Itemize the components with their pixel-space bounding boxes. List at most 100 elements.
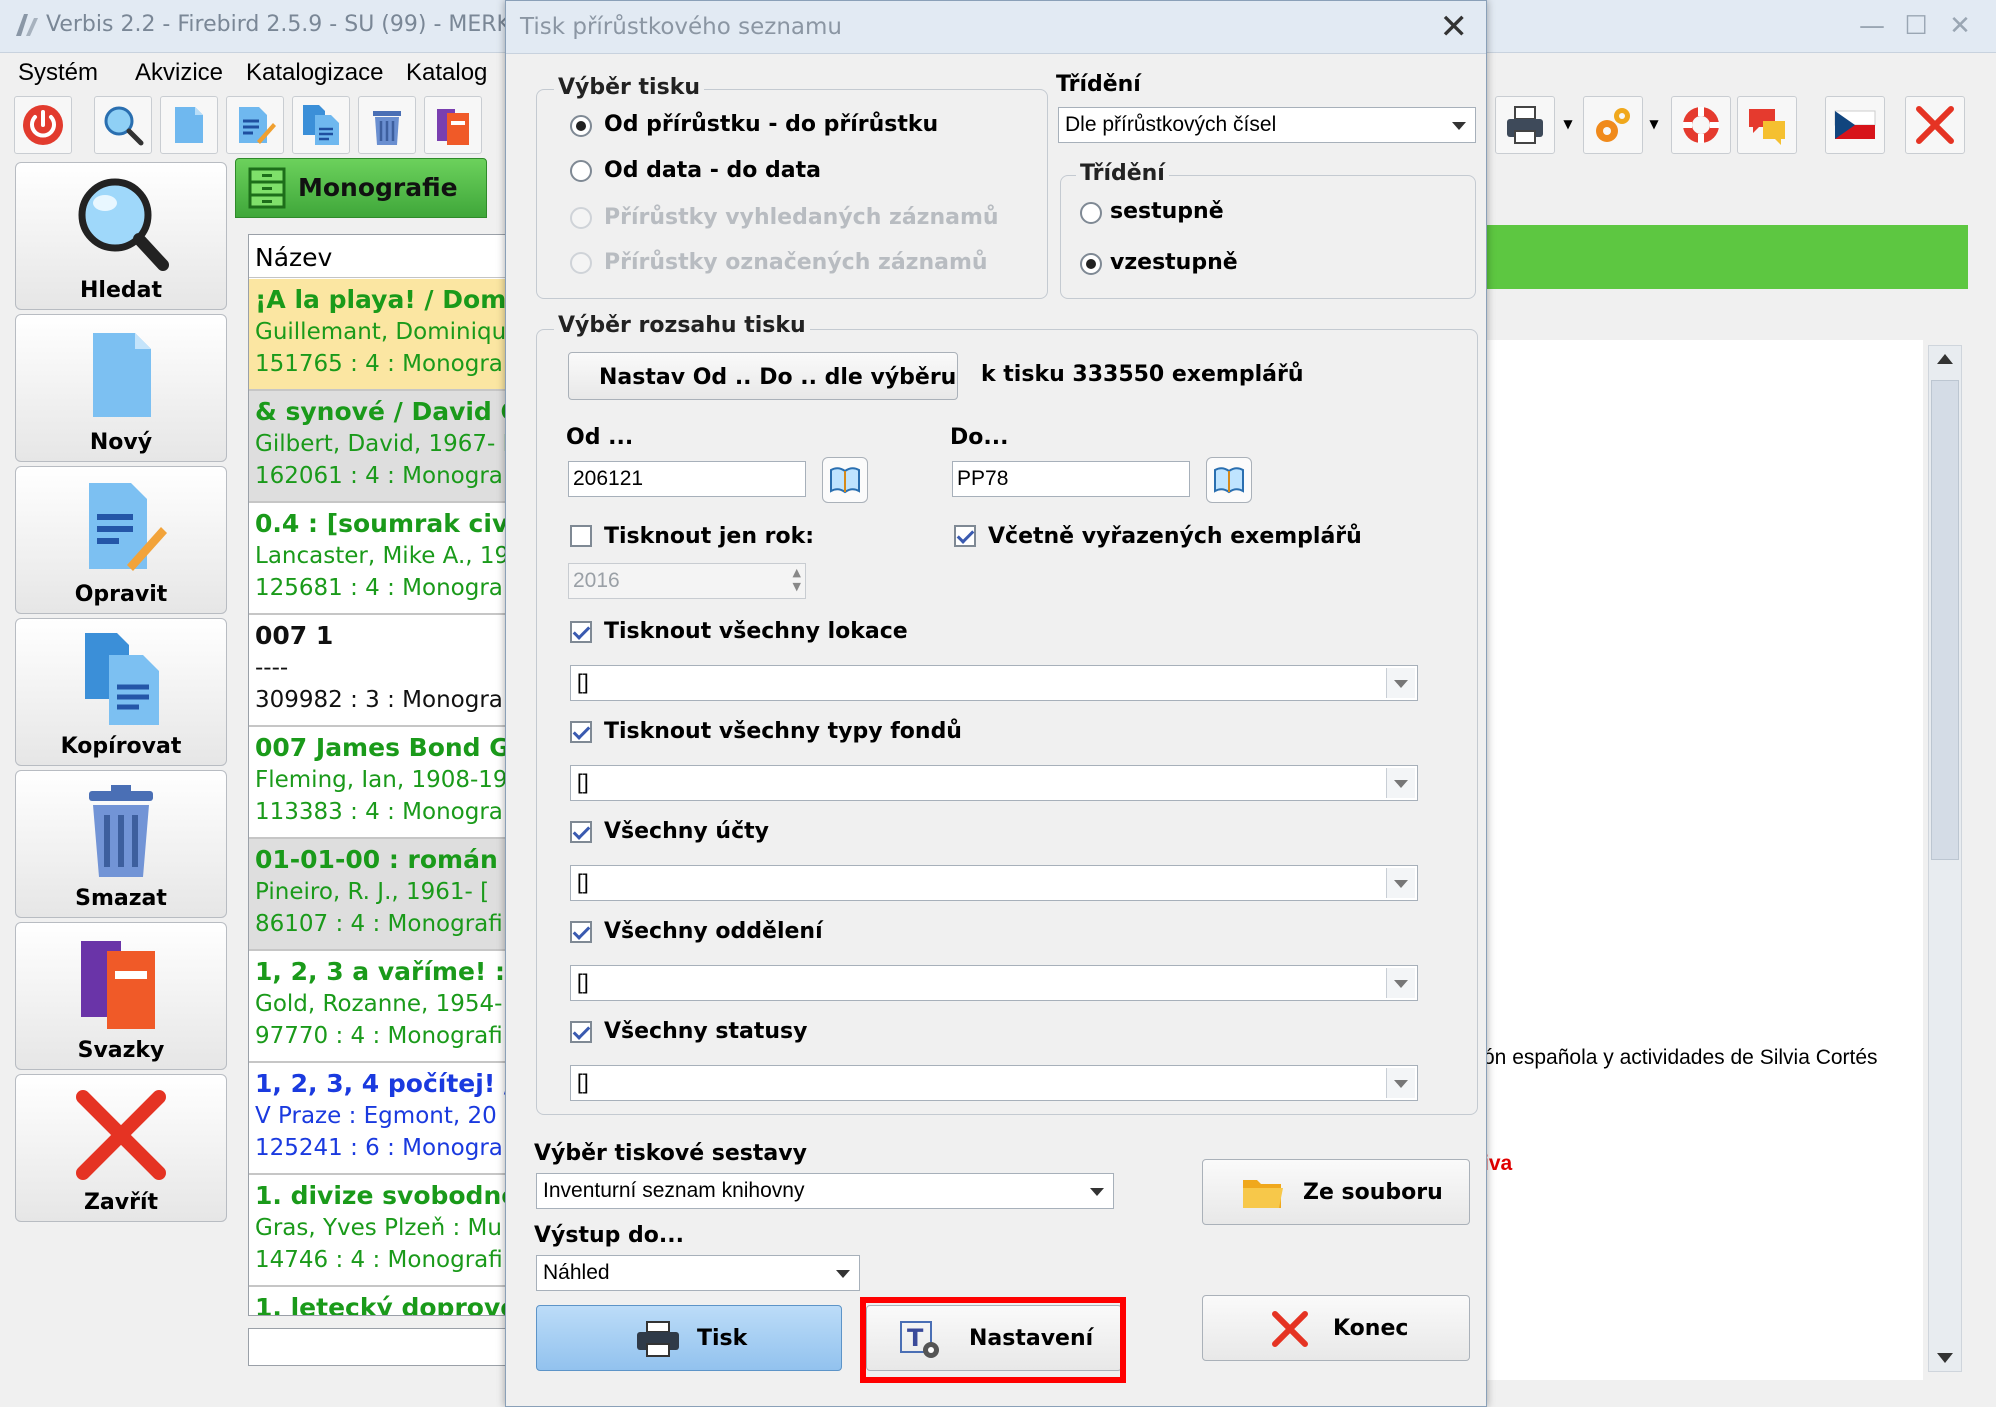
all-accounts-checkbox[interactable] bbox=[570, 821, 592, 843]
side-search-button[interactable]: Hledat bbox=[15, 162, 227, 310]
side-delete-button[interactable]: Smazat bbox=[15, 770, 227, 918]
radio-od-data-label[interactable]: Od data - do data bbox=[604, 158, 821, 183]
list-item[interactable]: 0.4 : [soumrak civili Lancaster, Mike A.,… bbox=[249, 503, 509, 615]
detail-scrollbar[interactable] bbox=[1928, 345, 1962, 1372]
tab-monografie[interactable]: Monografie bbox=[235, 158, 487, 218]
output-select[interactable]: Náhled bbox=[536, 1255, 860, 1291]
list-item[interactable]: 1, 2, 3, 4 počítej! / V Praze : Egmont, 2… bbox=[249, 1063, 509, 1175]
chat-icon bbox=[1749, 109, 1785, 145]
language-toolbar-button[interactable] bbox=[1825, 96, 1885, 154]
side-copy-button[interactable]: Kopírovat bbox=[15, 618, 227, 766]
radio-vzestupne[interactable] bbox=[1080, 253, 1102, 275]
side-edit-button[interactable]: Opravit bbox=[15, 466, 227, 614]
window-close-icon[interactable]: ✕ bbox=[1940, 6, 1980, 46]
fund-types-select-value: [] bbox=[577, 771, 589, 794]
chevron-down-icon[interactable] bbox=[1386, 868, 1415, 898]
departments-select[interactable]: [] bbox=[570, 965, 1418, 1001]
scroll-up-icon[interactable] bbox=[1937, 354, 1953, 364]
side-volumes-button[interactable]: Svazky bbox=[15, 922, 227, 1070]
record-title: 007 1 bbox=[255, 621, 334, 650]
scroll-down-icon[interactable] bbox=[1937, 1353, 1953, 1363]
chevron-down-icon[interactable] bbox=[1386, 968, 1415, 998]
record-number: 125681 : 4 : Monogra bbox=[255, 575, 503, 601]
list-item[interactable]: & synové / David G Gilbert, David, 1967- … bbox=[249, 391, 509, 503]
side-close-button[interactable]: Zavřít bbox=[15, 1074, 227, 1222]
menu-system[interactable]: Systém bbox=[18, 59, 98, 87]
from-file-button[interactable]: Ze souboru bbox=[1202, 1159, 1470, 1225]
radio-sestupne[interactable] bbox=[1080, 202, 1102, 224]
radio-vzestupne-label[interactable]: vzestupně bbox=[1110, 250, 1238, 275]
list-header[interactable]: Název bbox=[249, 235, 509, 278]
incl-removed-label[interactable]: Včetně vyřazených exemplářů bbox=[988, 524, 1362, 549]
chevron-down-icon[interactable] bbox=[1386, 668, 1415, 698]
list-item[interactable]: 1. letecký doprovodí bbox=[249, 1287, 509, 1315]
messages-toolbar-button[interactable] bbox=[1737, 96, 1797, 154]
all-departments-label[interactable]: Všechny oddělení bbox=[604, 919, 823, 944]
toolbar-search-button[interactable] bbox=[94, 96, 152, 154]
od-input[interactable]: 206121 bbox=[568, 461, 806, 497]
all-departments-checkbox[interactable] bbox=[570, 921, 592, 943]
list-filter-input[interactable] bbox=[248, 1328, 510, 1366]
od-lookup-button[interactable] bbox=[822, 457, 868, 503]
chevron-down-icon[interactable] bbox=[829, 1258, 857, 1288]
help-toolbar-button[interactable] bbox=[1671, 96, 1731, 154]
print-dropdown-arrow[interactable]: ▼ bbox=[1559, 96, 1577, 152]
dialog-close-icon[interactable]: ✕ bbox=[1440, 7, 1469, 47]
menu-katalogizace[interactable]: Katalogizace bbox=[246, 59, 383, 87]
accounts-select[interactable]: [] bbox=[570, 865, 1418, 901]
report-select[interactable]: Inventurní seznam knihovny bbox=[536, 1173, 1114, 1209]
only-year-checkbox[interactable] bbox=[570, 525, 592, 547]
all-statuses-checkbox[interactable] bbox=[570, 1021, 592, 1043]
all-statuses-label[interactable]: Všechny statusy bbox=[604, 1019, 807, 1044]
minimize-icon[interactable]: — bbox=[1852, 6, 1892, 46]
maximize-icon[interactable]: ☐ bbox=[1896, 6, 1936, 46]
toolbar-volumes-button[interactable] bbox=[424, 96, 482, 154]
lifebuoy-icon bbox=[1683, 107, 1719, 143]
close-button[interactable]: Konec bbox=[1202, 1295, 1470, 1361]
all-locations-checkbox[interactable] bbox=[570, 621, 592, 643]
toolbar-delete-button[interactable] bbox=[358, 96, 416, 154]
do-input[interactable]: PP78 bbox=[952, 461, 1190, 497]
locations-select[interactable]: [] bbox=[570, 665, 1418, 701]
exit-toolbar-button[interactable] bbox=[1905, 96, 1965, 154]
radio-od-prirustku[interactable] bbox=[570, 115, 592, 137]
only-year-label[interactable]: Tisknout jen rok: bbox=[604, 524, 814, 549]
statuses-select[interactable]: [] bbox=[570, 1065, 1418, 1101]
chevron-down-icon[interactable] bbox=[1445, 110, 1473, 140]
chevron-down-icon[interactable] bbox=[1386, 768, 1415, 798]
print-button[interactable]: Tisk bbox=[536, 1305, 842, 1371]
radio-sestupne-label[interactable]: sestupně bbox=[1110, 199, 1224, 224]
toolbar-new-button[interactable] bbox=[160, 96, 218, 154]
settings-toolbar-button[interactable] bbox=[1583, 96, 1643, 154]
toolbar-edit-button[interactable] bbox=[226, 96, 284, 154]
all-locations-label[interactable]: Tisknout všechny lokace bbox=[604, 619, 908, 644]
list-item[interactable]: 007 1 ---- 309982 : 3 : Monogra bbox=[249, 615, 509, 727]
menu-akvizice[interactable]: Akvizice bbox=[135, 59, 223, 87]
close-x-icon bbox=[76, 1090, 166, 1180]
list-item[interactable]: ¡A la playa! / Domin Guillemant, Dominiqu… bbox=[249, 279, 509, 391]
scroll-thumb[interactable] bbox=[1931, 380, 1959, 860]
set-range-button[interactable]: Nastav Od .. Do .. dle výběru bbox=[568, 352, 958, 400]
incl-removed-checkbox[interactable] bbox=[954, 525, 976, 547]
all-fund-types-checkbox[interactable] bbox=[570, 721, 592, 743]
chevron-down-icon[interactable] bbox=[1386, 1068, 1415, 1098]
radio-od-prirustku-label[interactable]: Od přírůstku - do přírůstku bbox=[604, 112, 938, 137]
radio-od-data[interactable] bbox=[570, 160, 592, 182]
power-button[interactable] bbox=[14, 96, 72, 154]
all-accounts-label[interactable]: Všechny účty bbox=[604, 819, 769, 844]
sort-select[interactable]: Dle přírůstkových čísel bbox=[1058, 107, 1476, 143]
fund-types-select[interactable]: [] bbox=[570, 765, 1418, 801]
list-item[interactable]: 007 James Bond Go Fleming, Ian, 1908-19 11… bbox=[249, 727, 509, 839]
trash-icon bbox=[373, 111, 401, 145]
chevron-down-icon[interactable] bbox=[1083, 1176, 1111, 1206]
menu-katalog[interactable]: Katalog bbox=[406, 59, 487, 87]
print-toolbar-button[interactable] bbox=[1495, 96, 1555, 154]
settings-dropdown-arrow[interactable]: ▼ bbox=[1645, 96, 1663, 152]
toolbar-copy-button[interactable] bbox=[292, 96, 350, 154]
do-lookup-button[interactable] bbox=[1206, 457, 1252, 503]
list-item[interactable]: 1. divize svobodné Gras, Yves Plzeň : Mu 1… bbox=[249, 1175, 509, 1287]
side-new-button[interactable]: Nový bbox=[15, 314, 227, 462]
all-fund-types-label[interactable]: Tisknout všechny typy fondů bbox=[604, 719, 962, 744]
list-item[interactable]: 1, 2, 3 a vaříme! : v Gold, Rozanne, 1954… bbox=[249, 951, 509, 1063]
list-item[interactable]: 01-01-00 : román p Pineiro, R. J., 1961- … bbox=[249, 839, 509, 951]
